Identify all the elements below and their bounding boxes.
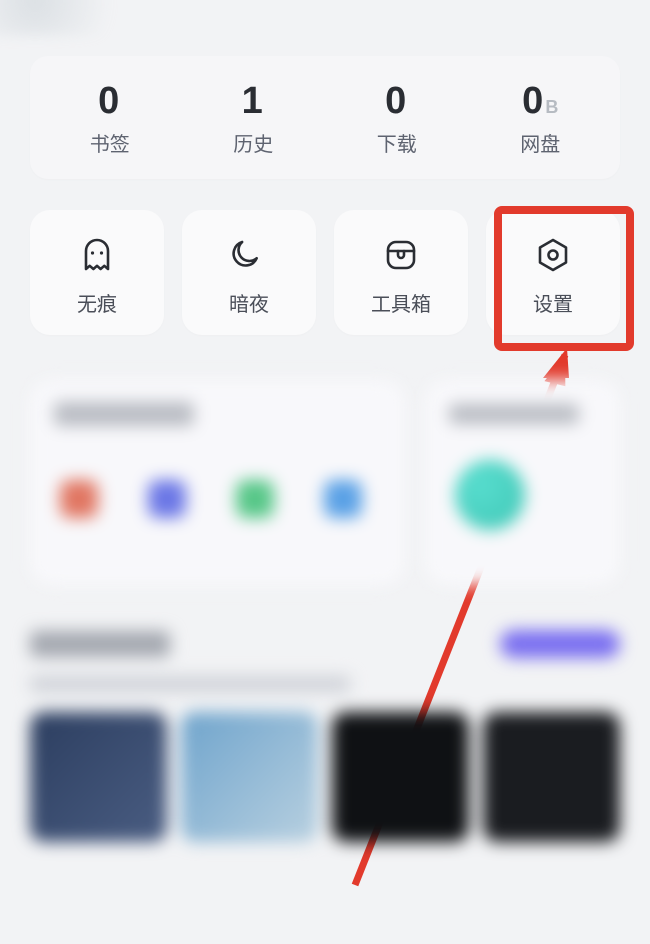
stat-history-value: 1 bbox=[242, 82, 265, 120]
stat-history-label: 历史 bbox=[182, 128, 326, 157]
toolbox-icon bbox=[380, 234, 422, 276]
tool-night[interactable]: 暗夜 bbox=[182, 210, 316, 335]
ghost-icon bbox=[76, 234, 118, 276]
avatar-blur bbox=[0, 0, 140, 36]
tool-settings-label: 设置 bbox=[533, 288, 573, 317]
tool-toolbox-label: 工具箱 bbox=[371, 288, 431, 317]
tool-incognito-label: 无痕 bbox=[77, 288, 117, 317]
tool-settings[interactable]: 设置 bbox=[486, 210, 620, 335]
settings-icon bbox=[532, 234, 574, 276]
blurred-card-b bbox=[425, 380, 620, 585]
tool-toolbox[interactable]: 工具箱 bbox=[334, 210, 468, 335]
stat-cloud[interactable]: 0B 网盘 bbox=[469, 82, 613, 157]
stat-bookmarks[interactable]: 0 书签 bbox=[38, 82, 182, 157]
stat-cloud-value: 0B bbox=[522, 82, 558, 120]
moon-icon bbox=[228, 234, 270, 276]
stat-history[interactable]: 1 历史 bbox=[182, 82, 326, 157]
stat-downloads[interactable]: 0 下载 bbox=[325, 82, 469, 157]
tools-row: 无痕 暗夜 工具箱 设置 bbox=[30, 210, 620, 335]
stat-bookmarks-value: 0 bbox=[98, 82, 121, 120]
blurred-section bbox=[30, 630, 620, 842]
tool-incognito[interactable]: 无痕 bbox=[30, 210, 164, 335]
stat-downloads-value: 0 bbox=[385, 82, 408, 120]
stat-bookmarks-label: 书签 bbox=[38, 128, 182, 157]
stat-cloud-label: 网盘 bbox=[469, 128, 613, 157]
stats-panel: 0 书签 1 历史 0 下载 0B 网盘 bbox=[30, 56, 620, 179]
blurred-card-a bbox=[30, 380, 405, 585]
stat-downloads-label: 下载 bbox=[325, 128, 469, 157]
tool-night-label: 暗夜 bbox=[229, 288, 269, 317]
